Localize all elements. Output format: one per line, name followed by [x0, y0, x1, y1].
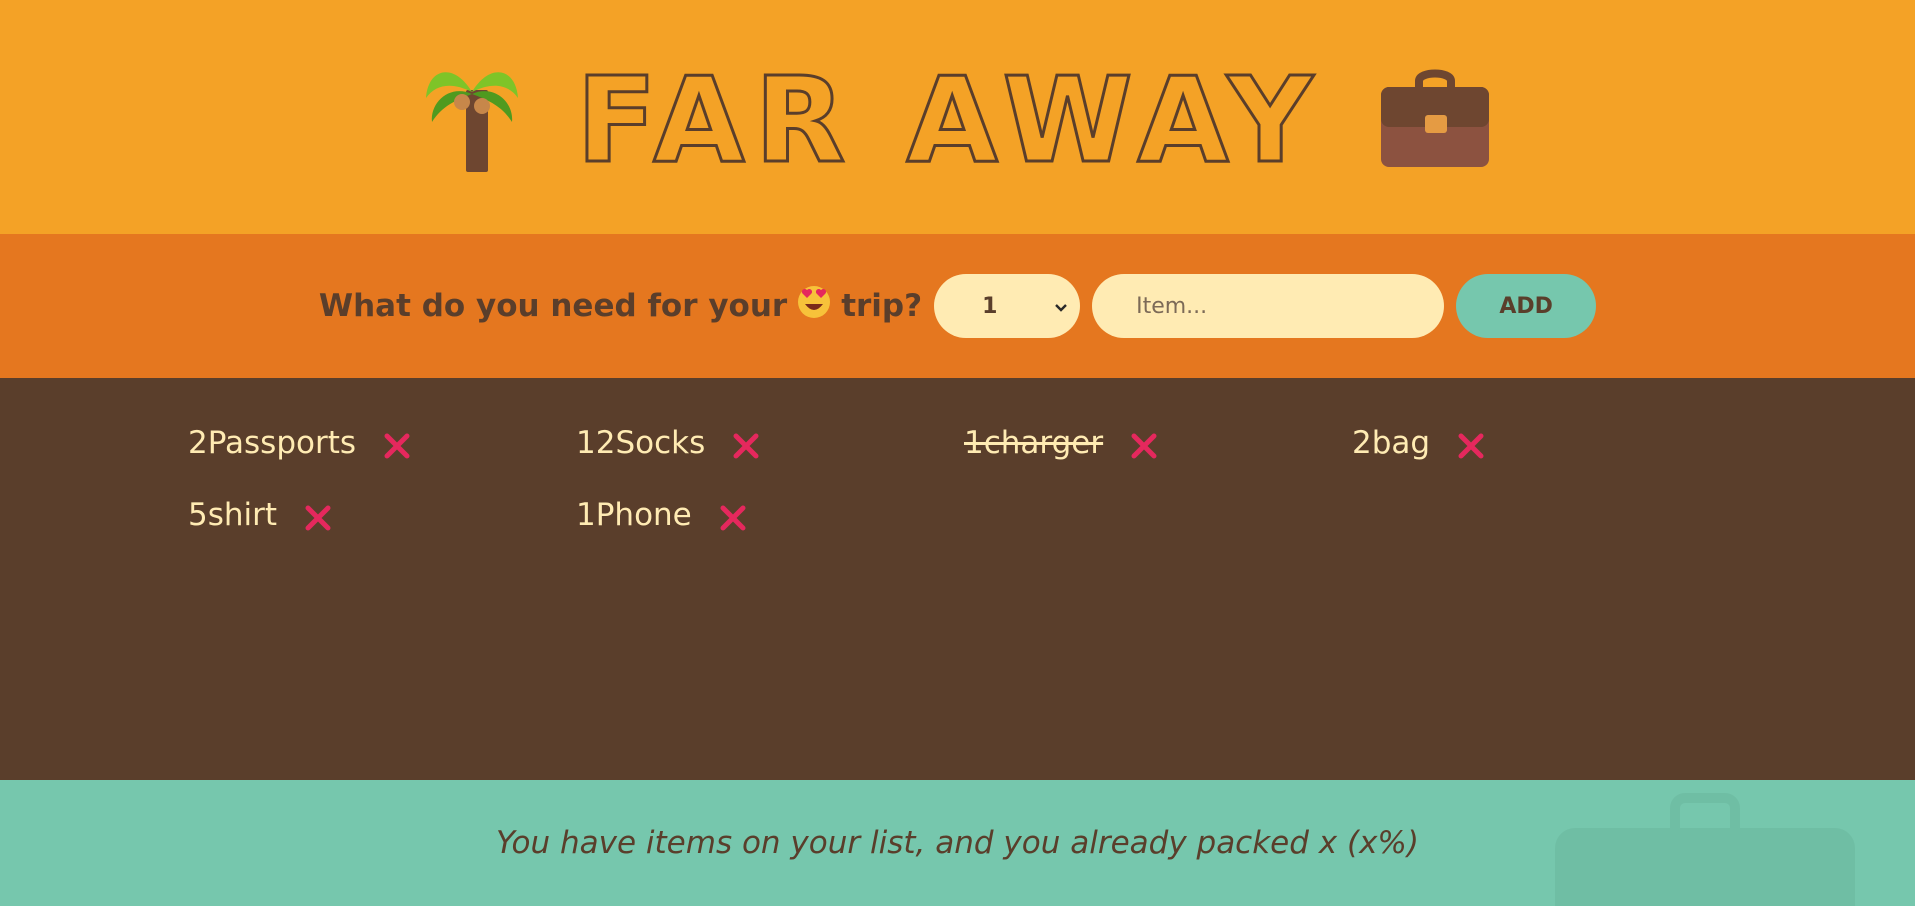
item-text: 12Socks: [576, 425, 706, 461]
remove-item-button[interactable]: [729, 429, 763, 463]
close-icon: [733, 433, 759, 459]
list-item: 2bag: [1352, 420, 1740, 466]
question-text-after: trip?: [841, 288, 923, 324]
remove-item-button[interactable]: [380, 429, 414, 463]
add-button[interactable]: ADD: [1456, 274, 1597, 338]
chevron-down-icon: [1054, 294, 1068, 319]
form-question: What do you need for your trip?: [319, 285, 922, 327]
remove-item-button[interactable]: [301, 501, 335, 535]
suitcase-watermark-icon: [1555, 793, 1855, 906]
items-list: 2Passports 12Socks 1charger 2bag 5shirt 1Phon…: [188, 420, 1915, 538]
stats-text: You have items on your list, and you alr…: [496, 825, 1419, 861]
packing-list: 2Passports 12Socks 1charger 2bag 5shirt 1Phon…: [0, 378, 1915, 780]
remove-item-button[interactable]: [1454, 429, 1488, 463]
close-icon: [720, 505, 746, 531]
close-icon: [1131, 433, 1157, 459]
item-input[interactable]: [1092, 274, 1445, 338]
close-icon: [1458, 433, 1484, 459]
add-item-form: What do you need for your trip? 1 ADD: [0, 234, 1915, 378]
quantity-select[interactable]: 1: [934, 274, 1081, 338]
briefcase-icon: [1379, 67, 1491, 167]
close-icon: [305, 505, 331, 531]
item-text: 1charger: [964, 425, 1104, 461]
list-item: 1Phone: [576, 492, 964, 538]
stats-footer: You have items on your list, and you alr…: [0, 780, 1915, 906]
list-item: 5shirt: [188, 492, 576, 538]
remove-item-button[interactable]: [716, 501, 750, 535]
list-item: 2Passports: [188, 420, 576, 466]
item-text: 5shirt: [188, 497, 278, 533]
smiling-face-with-heart-eyes-icon: [797, 285, 831, 327]
quantity-value: 1: [982, 293, 998, 319]
item-text: 1Phone: [576, 497, 692, 533]
list-item: 12Socks: [576, 420, 964, 466]
item-text: 2Passports: [188, 425, 357, 461]
close-icon: [384, 433, 410, 459]
header: FAR AWAY: [0, 0, 1915, 234]
question-text-before: What do you need for your: [318, 288, 788, 324]
palm-tree-icon: [424, 62, 520, 172]
app: FAR AWAY What do you need for your trip?…: [0, 0, 1915, 906]
list-item: 1charger: [964, 420, 1352, 466]
page-title: FAR AWAY: [575, 51, 1323, 189]
remove-item-button[interactable]: [1127, 429, 1161, 463]
item-text: 2bag: [1352, 425, 1431, 461]
